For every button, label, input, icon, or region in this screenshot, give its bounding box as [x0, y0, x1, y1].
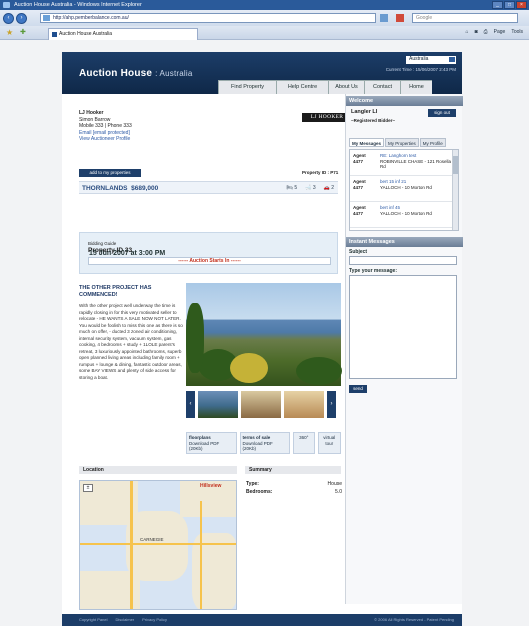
welcome-header: Welcome	[346, 96, 463, 106]
location-heading: Location	[79, 466, 237, 474]
description-title: THE OTHER PROJECT HAS COMMENCED!	[79, 285, 152, 298]
footer-link[interactable]: Copyright Panel	[79, 614, 107, 626]
close-button[interactable]: ×	[516, 1, 527, 9]
description-text: With the other project well underway the…	[79, 303, 183, 380]
summary-row: Bedrooms: 5.0	[246, 489, 342, 495]
window-title-bar: Auction House Australia - Windows Intern…	[0, 0, 529, 10]
message-textarea[interactable]	[349, 275, 457, 379]
agent-info: LJ Hooker Simon Barrow Mobile 333 | Phon…	[79, 110, 352, 162]
send-button[interactable]: send	[349, 385, 367, 393]
message-label: Type your message:	[349, 268, 397, 274]
auction-date: 15 Jun 2007 at 3:00 PM	[89, 250, 166, 257]
nav-contact[interactable]: Contact	[364, 80, 400, 94]
tab-bar: ★ ✚ Auction House Australia ⌂ ◙ ⎙ Page T…	[0, 26, 529, 40]
tab-my-properties[interactable]: My Properties	[385, 138, 419, 147]
page-menu[interactable]: Page	[494, 29, 506, 35]
property-address: THORNLANDS $689,000	[82, 185, 159, 192]
bed-icon: 🛏	[286, 185, 294, 191]
add-to-properties-button[interactable]: add to my properties	[79, 169, 141, 177]
search-input[interactable]: Google	[412, 13, 518, 23]
property-documents: floorplans Download PDF (20Kb) terms of s…	[186, 432, 341, 454]
user-role: ~Registered Bidder~	[351, 118, 396, 123]
property-id-label: Property ID : P71	[302, 170, 339, 175]
site-footer: Copyright Panel Disclaimer Privacy Polic…	[62, 614, 462, 626]
car-icon: 🚗	[323, 185, 330, 191]
user-name: Langler LI	[351, 109, 378, 115]
thumb-next-arrow[interactable]: ›	[327, 391, 336, 418]
back-button[interactable]: ‹	[3, 13, 14, 24]
location-summary-headers: Location Summary	[79, 466, 341, 474]
browser-tab[interactable]: Auction House Australia	[48, 28, 198, 40]
floorplans-download[interactable]: floorplans Download PDF (20Kb)	[186, 432, 237, 454]
current-time: Current Time : 15/06/2007 2:43 PM	[385, 67, 456, 72]
add-favorite-icon[interactable]: ✚	[20, 29, 28, 37]
car-spaces: 🚗 2	[323, 185, 334, 191]
property-photo[interactable]	[186, 283, 342, 386]
window-title: Auction House Australia - Windows Intern…	[14, 2, 142, 8]
agent-profile-link[interactable]: View Auctioneer Profile	[79, 136, 339, 143]
list-item[interactable]: Agent 4477 RE: Langhorn test ROBINVILLE C…	[350, 150, 458, 176]
tour-360-icon[interactable]: 360°	[293, 432, 315, 454]
sign-out-button[interactable]: sign out	[428, 109, 456, 117]
bathrooms: 🛁 3	[305, 185, 316, 191]
home-icon[interactable]: ⌂	[466, 29, 469, 35]
minimize-button[interactable]: _	[492, 1, 503, 9]
refresh-icon[interactable]	[380, 14, 388, 22]
url-input[interactable]: http://ahp.pemberbalance.com.au/	[40, 13, 376, 23]
nav-help-centre[interactable]: Help Centre	[276, 80, 328, 94]
thumbnail[interactable]	[241, 391, 281, 418]
virtual-tour-link[interactable]: virtual tour	[317, 432, 341, 454]
feeds-icon[interactable]: ◙	[475, 29, 478, 35]
page-icon	[43, 15, 50, 21]
footer-link[interactable]: Privacy Policy	[142, 614, 167, 626]
list-item[interactable]: Agent 4477 bert inf 45 YALLOCH - 10 Morto…	[350, 202, 458, 228]
nav-find-property[interactable]: Find Property	[218, 80, 276, 94]
forward-button[interactable]: ›	[16, 13, 27, 24]
instant-messages-header: Instant Messages	[346, 237, 463, 247]
thumb-prev-arrow[interactable]: ‹	[186, 391, 195, 418]
tools-menu[interactable]: Tools	[511, 29, 523, 35]
instant-message-form: Subject Type your message: send	[349, 248, 460, 393]
copyright-text: © 2006 All Rights Reserved - Patent Pend…	[374, 617, 454, 622]
messages-scrollbar[interactable]	[452, 150, 458, 230]
footer-link[interactable]: Disclaimer	[115, 614, 134, 626]
summary-heading: Summary	[245, 466, 341, 474]
messages-list: Agent 4477 RE: Langhorn test ROBINVILLE C…	[349, 149, 459, 231]
photo-thumbnails: ‹ ›	[186, 391, 341, 418]
stop-icon[interactable]	[396, 14, 404, 22]
map-label: Hillsview	[200, 483, 222, 489]
tab-my-profile[interactable]: My Profile	[419, 138, 446, 147]
nav-about-us[interactable]: About Us	[328, 80, 364, 94]
list-item[interactable]: Agent 4477 bert 15 inf 21 YALLOCH - 10 Mo…	[350, 176, 458, 202]
property-summary: Type: House Bedrooms: 5.0	[246, 480, 342, 496]
bedrooms: 🛏 5	[286, 185, 298, 191]
user-sidebar: Welcome Langler LI ~Registered Bidder~ s…	[345, 94, 463, 604]
bidding-guide: Bidding Guide	[88, 241, 117, 246]
ie-icon	[3, 2, 10, 8]
map-label: CARNEGIE	[140, 537, 164, 542]
thumbnail[interactable]	[284, 391, 324, 418]
property-description: THE OTHER PROJECT HAS COMMENCED! With th…	[79, 282, 183, 452]
map-zoom-control[interactable]: ±	[83, 484, 93, 492]
site-header: Auction House : Australia Australia Curr…	[62, 52, 462, 94]
site-logo[interactable]: Auction House : Australia	[79, 68, 193, 79]
region-select[interactable]: Australia	[406, 56, 456, 64]
favorites-star-icon[interactable]: ★	[6, 29, 14, 37]
summary-row: Type: House	[246, 481, 342, 487]
bath-icon: 🛁	[305, 185, 312, 191]
location-map[interactable]: Hillsview CARNEGIE ±	[79, 480, 237, 610]
nav-home[interactable]: Home	[400, 80, 432, 94]
thumbnail[interactable]	[198, 391, 238, 418]
print-icon[interactable]: ⎙	[484, 29, 488, 35]
subject-label: Subject	[349, 249, 368, 255]
subject-input[interactable]	[349, 256, 457, 265]
maximize-button[interactable]: □	[504, 1, 515, 9]
sidebar-tabs: My Messages My Properties My Profile	[349, 138, 446, 147]
main-nav: Find Property Help Centre About Us Conta…	[218, 80, 432, 94]
address-bar: ‹ › http://ahp.pemberbalance.com.au/ Goo…	[0, 10, 529, 26]
property-address-bar: THORNLANDS $689,000 🛏 5 🛁 3 🚗 2	[79, 181, 338, 194]
auction-starts-banner: ------ Auction Starts In ------	[88, 257, 331, 265]
terms-download[interactable]: terms of sale Download PDF (20Kb)	[239, 432, 291, 454]
tab-my-messages[interactable]: My Messages	[349, 138, 385, 147]
